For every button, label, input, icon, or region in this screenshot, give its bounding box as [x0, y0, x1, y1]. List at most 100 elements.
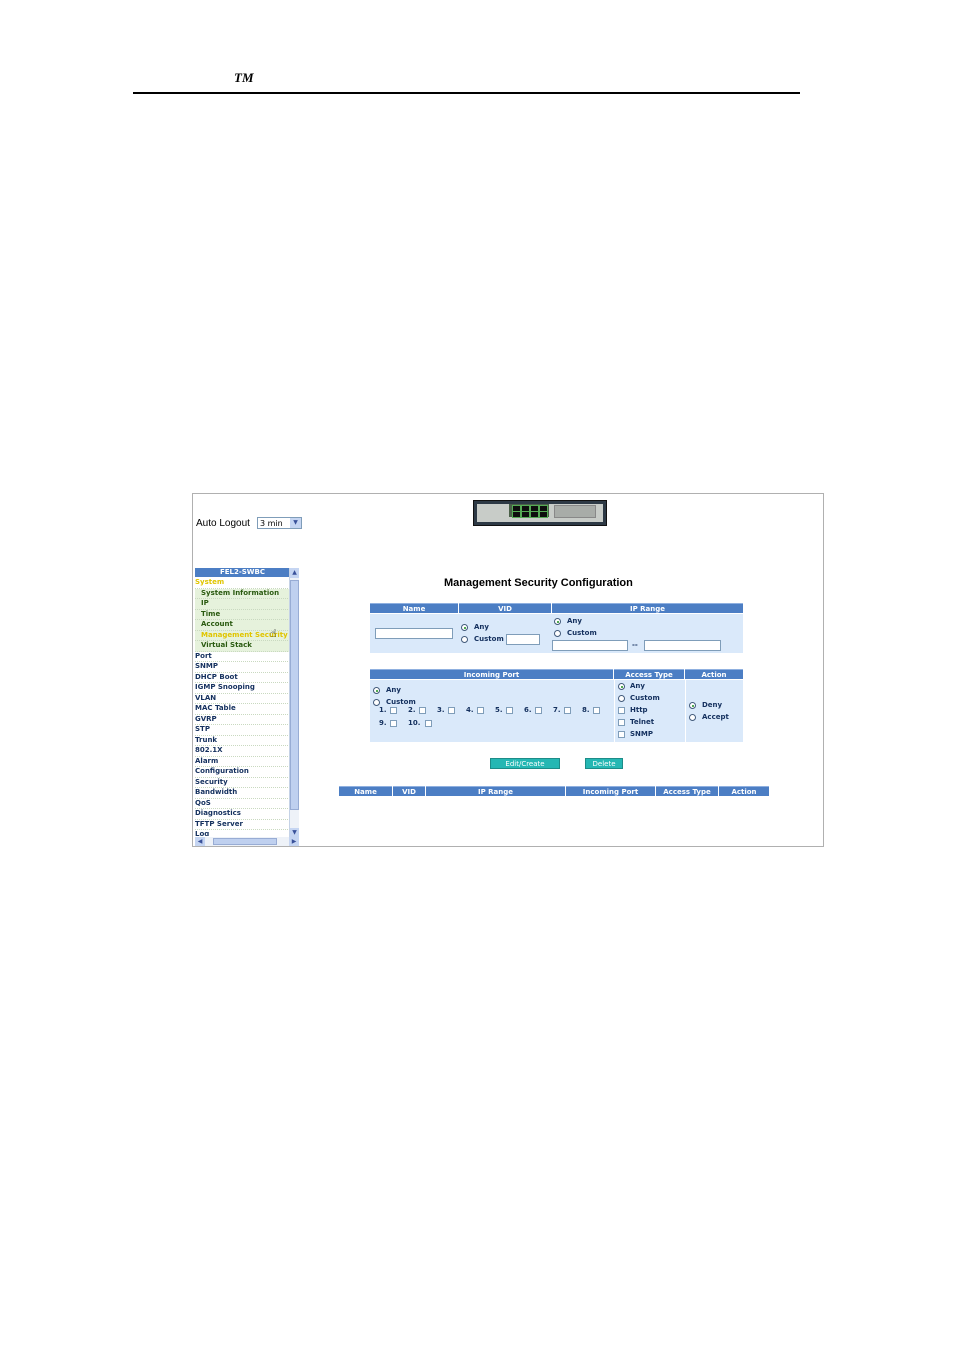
sidebar-item-ip[interactable]: IP	[195, 599, 290, 610]
list-column-incoming-port: Incoming Port	[566, 786, 655, 796]
sidebar-item-qos[interactable]: QoS	[195, 799, 290, 809]
sidebar-item-bandwidth[interactable]: Bandwidth	[195, 788, 290, 799]
port-checkbox[interactable]	[477, 707, 484, 714]
sidebar-item-stp[interactable]: STP	[195, 725, 290, 736]
vid-custom-label: Custom	[474, 635, 504, 643]
port-label: 2.	[408, 706, 416, 714]
port-checkbox[interactable]	[390, 707, 397, 714]
chevron-down-icon[interactable]: ▼	[290, 518, 301, 528]
port-label: 6.	[524, 706, 532, 714]
port-checkbox[interactable]	[419, 707, 426, 714]
sidebar-item-mac-table[interactable]: MAC Table	[195, 704, 290, 715]
sidebar-item-security[interactable]: Security	[195, 778, 290, 788]
security-rule-form: Any Custom Any Custom --	[370, 614, 743, 653]
sidebar-item-gvrp[interactable]: GVRP	[195, 715, 290, 725]
access-telnet-label: Telnet	[630, 718, 655, 726]
action-column-header: Action	[685, 669, 743, 679]
port-any-radio[interactable]	[373, 687, 380, 694]
access-custom-radio[interactable]	[618, 695, 625, 702]
sidebar-item-alarm[interactable]: Alarm	[195, 757, 290, 767]
sidebar-item-log[interactable]: Log	[195, 830, 290, 836]
port-checkbox[interactable]	[506, 707, 513, 714]
port-label: 7.	[553, 706, 561, 714]
sidebar-item-802-1x[interactable]: 802.1X	[195, 746, 290, 757]
scroll-left-icon[interactable]: ◀	[195, 837, 205, 846]
sidebar-item-snmp[interactable]: SNMP	[195, 662, 290, 673]
hand-cursor-icon: ☝	[270, 627, 277, 640]
access-type-column-header: Access Type	[614, 669, 684, 679]
sidebar-item-trunk[interactable]: Trunk	[195, 736, 290, 746]
scroll-right-icon[interactable]: ▶	[289, 837, 299, 846]
name-input[interactable]	[375, 628, 453, 639]
list-column-action: Action	[719, 786, 769, 796]
incoming-port-column-header: Incoming Port	[370, 669, 613, 679]
sidebar-item-igmp-snooping[interactable]: IGMP Snooping	[195, 683, 290, 694]
list-column-vid: VID	[393, 786, 425, 796]
vid-any-label: Any	[474, 623, 489, 631]
ip-custom-label: Custom	[567, 629, 597, 637]
ip-range-column-header: IP Range	[552, 603, 743, 613]
list-column-access-type: Access Type	[656, 786, 718, 796]
sidebar-item-system[interactable]: System	[195, 578, 290, 589]
port-label: 4.	[466, 706, 474, 714]
port-custom-radio[interactable]	[373, 699, 380, 706]
port-label: 3.	[437, 706, 445, 714]
access-snmp-label: SNMP	[630, 730, 653, 738]
port-any-label: Any	[386, 686, 401, 694]
sidebar-item-dhcp-boot[interactable]: DHCP Boot	[195, 673, 290, 683]
edit-create-button[interactable]: Edit/Create	[490, 758, 560, 769]
port-checkbox[interactable]	[535, 707, 542, 714]
sidebar-item-diagnostics[interactable]: Diagnostics	[195, 809, 290, 820]
port-label: 9.	[379, 719, 387, 727]
sidebar-menu: FEL2-SWBC System System Information IP Time…	[195, 568, 290, 836]
access-any-label: Any	[630, 682, 645, 690]
access-custom-label: Custom	[630, 694, 660, 702]
ip-range-separator: --	[632, 641, 638, 649]
switch-ports-graphic	[509, 504, 549, 518]
access-snmp-checkbox[interactable]	[618, 731, 625, 738]
sidebar-horizontal-scrollbar[interactable]: ◀ ▶	[195, 837, 299, 846]
port-label: 10.	[408, 719, 421, 727]
access-rule-form: Any Custom 1. 2. 3. 4. 5. 6. 7. 8. 9. 10. Any Cus…	[370, 680, 743, 742]
auto-logout-select[interactable]: 3 min ▼	[257, 517, 302, 529]
delete-button[interactable]: Delete	[585, 758, 623, 769]
vid-any-radio[interactable]	[461, 624, 468, 631]
vid-column-header: VID	[459, 603, 551, 613]
scrollbar-thumb[interactable]	[213, 838, 277, 845]
action-deny-radio[interactable]	[689, 702, 696, 709]
switch-module-slot	[554, 505, 596, 518]
action-accept-radio[interactable]	[689, 714, 696, 721]
vid-custom-radio[interactable]	[461, 636, 468, 643]
header-rule	[133, 92, 800, 94]
ip-custom-radio[interactable]	[554, 630, 561, 637]
name-column-header: Name	[370, 603, 458, 613]
scroll-up-icon[interactable]: ▲	[290, 568, 299, 578]
access-telnet-checkbox[interactable]	[618, 719, 625, 726]
list-column-name: Name	[339, 786, 392, 796]
sidebar-vertical-scrollbar[interactable]: ▲ ▼	[289, 568, 299, 838]
port-checkbox[interactable]	[425, 720, 432, 727]
sidebar-item-system-information[interactable]: System Information	[195, 588, 290, 599]
port-checkbox[interactable]	[448, 707, 455, 714]
port-checkbox[interactable]	[593, 707, 600, 714]
ip-start-input[interactable]	[552, 640, 628, 651]
access-any-radio[interactable]	[618, 683, 625, 690]
sidebar-item-tftp-server[interactable]: TFTP Server	[195, 820, 290, 830]
sidebar-items: System System Information IP Time Account Man…	[195, 578, 290, 836]
sidebar-item-configuration[interactable]: Configuration	[195, 767, 290, 778]
sidebar-item-vlan[interactable]: VLAN	[195, 694, 290, 704]
vid-custom-input[interactable]	[506, 634, 540, 645]
port-label: 1.	[379, 706, 387, 714]
ip-end-input[interactable]	[644, 640, 721, 651]
ip-any-radio[interactable]	[554, 618, 561, 625]
sidebar-title: FEL2-SWBC	[195, 568, 290, 577]
sidebar-item-port[interactable]: Port	[195, 652, 290, 662]
sidebar-item-virtual-stack[interactable]: Virtual Stack	[195, 641, 290, 652]
access-http-checkbox[interactable]	[618, 707, 625, 714]
port-checkbox[interactable]	[564, 707, 571, 714]
ip-any-label: Any	[567, 617, 582, 625]
scrollbar-thumb[interactable]	[290, 580, 299, 810]
trademark-mark: TM	[234, 70, 254, 85]
sidebar-item-time[interactable]: Time	[195, 609, 290, 620]
port-checkbox[interactable]	[390, 720, 397, 727]
